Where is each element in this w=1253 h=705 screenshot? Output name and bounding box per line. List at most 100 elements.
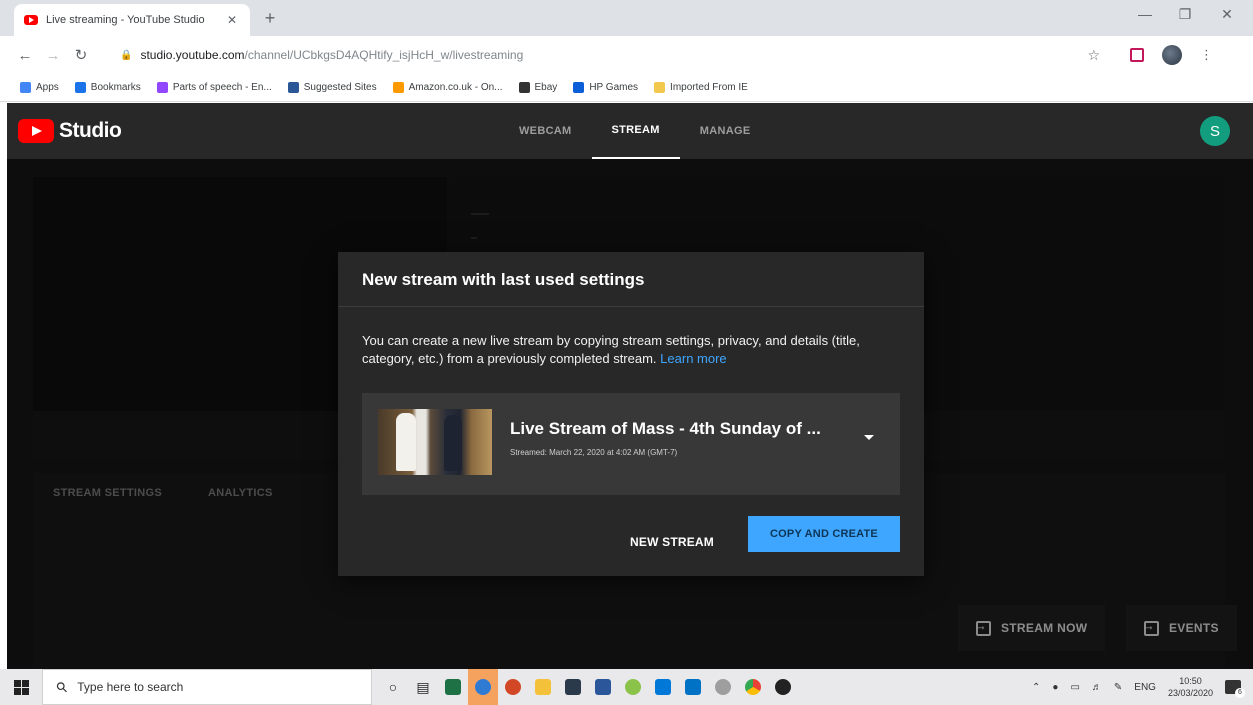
- url-host: studio.youtube.com: [140, 48, 245, 62]
- copy-and-create-button[interactable]: COPY AND CREATE: [748, 516, 900, 552]
- studio-top-nav: WEBCAM STREAM MANAGE: [499, 103, 770, 159]
- studio-logo[interactable]: Studio: [18, 119, 122, 143]
- new-stream-dialog: New stream with last used settings You c…: [338, 252, 924, 576]
- windows-taskbar: ⚲ Type here to search ○ ▤ ⌃ ● ▭ ♬ ✎ ENG …: [0, 669, 1253, 705]
- tab-stream[interactable]: STREAM: [591, 103, 680, 159]
- bookmark-favicon-icon: [573, 82, 585, 93]
- tab-manage[interactable]: MANAGE: [680, 103, 771, 159]
- restore-icon[interactable]: ❐: [1170, 6, 1200, 23]
- cortana-icon[interactable]: ○: [378, 669, 408, 705]
- windows-logo-icon: [13, 679, 29, 695]
- battery-icon[interactable]: ▭: [1070, 682, 1079, 693]
- dialog-description: You can create a new live stream by copy…: [362, 332, 902, 368]
- system-tray: ⌃ ● ▭ ♬ ✎ ENG 10:50 23/03/2020: [1032, 675, 1253, 699]
- bookmark-item[interactable]: Bookmarks: [74, 82, 141, 93]
- bookmark-favicon-icon: [518, 82, 530, 93]
- reload-icon[interactable]: ↻: [70, 46, 92, 64]
- app-icon[interactable]: [768, 669, 798, 705]
- store-icon[interactable]: [648, 669, 678, 705]
- bookmark-favicon-icon: [20, 82, 31, 93]
- tab-webcam[interactable]: WEBCAM: [499, 103, 592, 159]
- task-view-icon[interactable]: ▤: [408, 669, 438, 705]
- app-icon[interactable]: [708, 669, 738, 705]
- browser-tabstrip: Live streaming - YouTube Studio ✕ + — ❐ …: [0, 0, 1253, 36]
- bookmark-item[interactable]: Ebay: [518, 82, 558, 93]
- bookmark-item[interactable]: Parts of speech - En...: [156, 82, 272, 93]
- chrome-icon[interactable]: [738, 669, 768, 705]
- url-path: /channel/UCbkgsD4AQHtify_isjHcH_w/livest…: [244, 48, 524, 62]
- excel-icon[interactable]: [438, 669, 468, 705]
- bookmark-label: Ebay: [534, 82, 558, 93]
- tab-close-icon[interactable]: ✕: [224, 13, 240, 27]
- app-icon[interactable]: [618, 669, 648, 705]
- file-explorer-icon[interactable]: [528, 669, 558, 705]
- account-avatar[interactable]: S: [1200, 116, 1230, 146]
- bookmark-label: Amazon.co.uk - On...: [408, 82, 503, 93]
- forward-icon[interactable]: →: [42, 47, 64, 64]
- network-icon[interactable]: ●: [1052, 682, 1058, 693]
- tray-chevron-icon[interactable]: ⌃: [1032, 682, 1040, 693]
- taskbar-apps: ○ ▤: [378, 669, 798, 705]
- extension-icon[interactable]: [1130, 48, 1144, 62]
- powerpoint-icon[interactable]: [498, 669, 528, 705]
- bookmark-label: Imported From IE: [670, 82, 748, 93]
- clock-date: 23/03/2020: [1167, 688, 1213, 698]
- dropdown-caret-icon[interactable]: [864, 435, 874, 440]
- bookmarks-bar: Apps Bookmarks Parts of speech - En... Sugg…: [0, 74, 1253, 102]
- thumbnail-figure: [396, 413, 416, 471]
- previous-stream-select[interactable]: Live Stream of Mass - 4th Sunday of ... …: [362, 393, 900, 495]
- taskbar-clock[interactable]: 10:50 23/03/2020: [1168, 675, 1213, 699]
- bookmark-item[interactable]: Amazon.co.uk - On...: [392, 82, 503, 93]
- taskbar-search-placeholder: Type here to search: [77, 680, 184, 694]
- tab-title: Live streaming - YouTube Studio: [46, 14, 205, 26]
- new-stream-button[interactable]: NEW STREAM: [618, 525, 726, 559]
- notifications-icon[interactable]: [1225, 680, 1245, 698]
- new-tab-button[interactable]: +: [260, 8, 280, 29]
- bookmark-favicon-icon: [392, 82, 404, 93]
- active-app-icon[interactable]: [468, 669, 498, 705]
- bookmark-favicon-icon: [287, 82, 299, 93]
- bookmark-item[interactable]: Suggested Sites: [287, 82, 377, 93]
- bookmark-star-icon[interactable]: ☆: [1087, 47, 1100, 64]
- minimize-icon[interactable]: —: [1130, 6, 1160, 22]
- browser-profile-icon[interactable]: [1162, 45, 1182, 65]
- youtube-logo-icon: [18, 119, 54, 143]
- dialog-title: New stream with last used settings: [362, 270, 645, 289]
- clock-time: 10:50: [1179, 676, 1202, 686]
- browser-tab[interactable]: Live streaming - YouTube Studio ✕: [14, 4, 250, 36]
- thumbnail-figure: [444, 415, 462, 471]
- mail-icon[interactable]: [678, 669, 708, 705]
- bookmark-item[interactable]: Imported From IE: [654, 82, 748, 93]
- bookmark-item[interactable]: HP Games: [573, 82, 638, 93]
- bookmark-favicon-icon: [156, 82, 168, 93]
- browser-menu-icon[interactable]: ⋮: [1200, 47, 1213, 63]
- word-icon[interactable]: [588, 669, 618, 705]
- dialog-divider: [338, 306, 924, 307]
- back-icon[interactable]: ←: [14, 47, 36, 64]
- learn-more-link[interactable]: Learn more: [660, 351, 726, 366]
- address-bar[interactable]: 🔒 studio.youtube.com /channel/UCbkgsD4AQ…: [110, 42, 1110, 68]
- bookmark-favicon-icon: [654, 82, 666, 93]
- lock-icon: 🔒: [120, 49, 133, 61]
- volume-icon[interactable]: ♬: [1092, 682, 1102, 693]
- bookmark-label: Suggested Sites: [303, 82, 377, 93]
- bookmark-label: HP Games: [589, 82, 639, 93]
- language-indicator[interactable]: ENG: [1134, 682, 1156, 693]
- studio-app: Studio WEBCAM STREAM MANAGE S STREAM SETTI…: [7, 103, 1253, 669]
- start-button[interactable]: [0, 669, 42, 705]
- bookmark-label: Parts of speech - En...: [172, 82, 272, 93]
- bookmark-item[interactable]: Apps: [20, 82, 59, 93]
- studio-header: Studio WEBCAM STREAM MANAGE S: [7, 103, 1253, 159]
- previous-stream-title: Live Stream of Mass - 4th Sunday of ...: [510, 419, 821, 438]
- bookmark-label: Bookmarks: [90, 82, 141, 93]
- browser-toolbar: ← → ↻ 🔒 studio.youtube.com /channel/UCbk…: [0, 36, 1253, 74]
- taskbar-search[interactable]: ⚲ Type here to search: [42, 669, 372, 705]
- pen-icon[interactable]: ✎: [1114, 682, 1122, 693]
- studio-logo-text: Studio: [59, 119, 122, 142]
- photos-icon[interactable]: [558, 669, 588, 705]
- close-window-icon[interactable]: ✕: [1212, 6, 1242, 23]
- youtube-favicon-icon: [24, 15, 38, 25]
- previous-stream-meta: Streamed: March 22, 2020 at 4:02 AM (GMT…: [510, 448, 678, 457]
- search-icon: ⚲: [52, 677, 72, 696]
- bookmark-label: Apps: [36, 82, 59, 93]
